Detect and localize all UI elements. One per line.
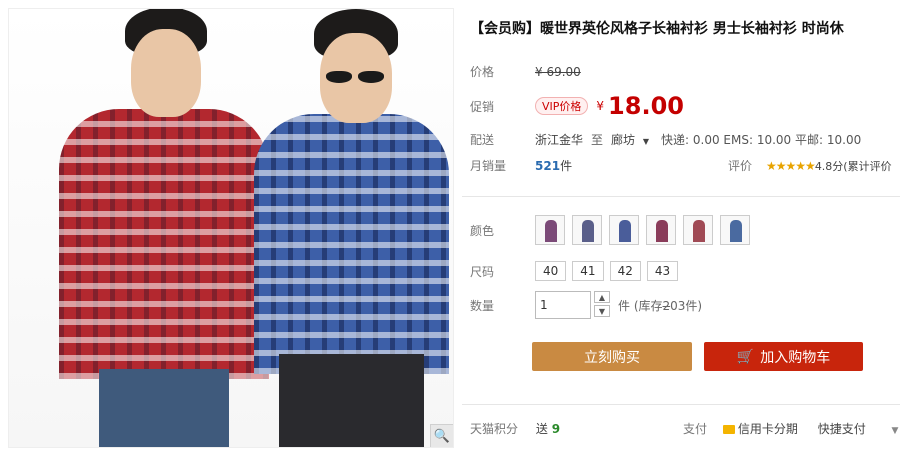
- shipping-destination: 廊坊: [611, 133, 636, 147]
- size-label: 尺码: [470, 264, 495, 279]
- stock-text: 件 (库存2̶03件): [618, 298, 703, 313]
- swatch-thumbnail: [656, 220, 668, 242]
- promo-price: 18.00: [608, 92, 684, 120]
- shipping-label: 配送: [470, 133, 495, 147]
- color-label: 颜色: [470, 223, 495, 238]
- swatch-thumbnail: [619, 220, 631, 242]
- rating-stars: ★★★★★: [766, 158, 816, 173]
- decrement-button[interactable]: ▼: [594, 305, 610, 317]
- color-swatch[interactable]: [646, 215, 676, 245]
- size-option[interactable]: 42: [609, 261, 641, 281]
- sales-label: 月销量: [470, 159, 507, 173]
- add-to-cart-button[interactable]: 🛒 加入购物车: [704, 342, 863, 371]
- sales-row: 月销量 521 件: [470, 157, 572, 174]
- swatch-thumbnail: [582, 220, 594, 242]
- payment-block: 支付 信用卡分期 快捷支付 ▼: [683, 420, 898, 437]
- swatch-thumbnail: [730, 220, 742, 242]
- caret-down-icon[interactable]: ▼: [892, 426, 899, 436]
- quantity-row: 数量 1 ▲ ▼ 件 (库存2̶03件): [470, 291, 702, 319]
- swatch-thumbnail: [693, 220, 705, 242]
- price-row: 价格 ¥ 69.00: [470, 63, 581, 80]
- color-swatch[interactable]: [720, 215, 750, 245]
- rating-text: 4.8分(累计评价: [814, 159, 892, 173]
- vip-badge: VIP价格: [535, 97, 589, 115]
- credit-installment-link[interactable]: 信用卡分期: [722, 422, 802, 436]
- pay-label: 支付: [683, 422, 708, 436]
- sales-count: 521: [535, 158, 561, 173]
- rating-block[interactable]: 评价 ★★★★★ 4.8分(累计评价: [728, 157, 892, 174]
- size-row: 尺码 40 41 42 43: [470, 261, 684, 281]
- shipping-to-word: 至: [591, 133, 604, 147]
- magnifier-icon[interactable]: 🔍: [430, 424, 453, 447]
- color-swatch[interactable]: [609, 215, 639, 245]
- size-option[interactable]: 41: [572, 261, 604, 281]
- color-swatch[interactable]: [535, 215, 565, 245]
- original-price: ¥ 69.00: [535, 64, 581, 79]
- quantity-input[interactable]: 1: [535, 291, 591, 319]
- model-right: [254, 9, 449, 447]
- buy-now-button[interactable]: 立刻购买: [532, 342, 692, 371]
- color-swatch[interactable]: [683, 215, 713, 245]
- size-option[interactable]: 43: [646, 261, 679, 281]
- shipping-fees: 快递: 0.00 EMS: 10.00 平邮: 10.00: [661, 133, 862, 147]
- size-option[interactable]: 40: [535, 261, 567, 281]
- shipping-destination-select[interactable]: 廊坊 ▼: [611, 131, 649, 148]
- currency-symbol: ¥: [596, 99, 605, 113]
- increment-button[interactable]: ▲: [594, 291, 610, 303]
- rating-label: 评价: [728, 159, 753, 173]
- credit-card-icon: [722, 425, 735, 434]
- points-value: 9: [551, 422, 561, 436]
- product-image[interactable]: 🔍: [8, 8, 454, 448]
- quantity-label: 数量: [470, 298, 495, 313]
- cart-icon: 🛒: [736, 348, 755, 365]
- color-row: 颜色: [470, 215, 757, 245]
- divider-top: [462, 196, 900, 197]
- express-pay-link[interactable]: 快捷支付: [818, 422, 866, 436]
- points-prefix: 送: [535, 422, 548, 436]
- points-label: 天猫积分: [470, 422, 519, 436]
- divider-bottom: [462, 404, 900, 405]
- size-options: 40 41 42 43: [535, 261, 684, 281]
- caret-down-icon: ▼: [642, 137, 650, 146]
- add-to-cart-label: 加入购物车: [760, 349, 831, 366]
- shipping-row: 配送 浙江金华 至 廊坊 ▼ 快递: 0.00 EMS: 10.00 平邮: 1…: [470, 131, 861, 148]
- buy-now-label: 立刻购买: [584, 349, 640, 366]
- price-label: 价格: [470, 65, 495, 79]
- swatch-thumbnail: [545, 220, 557, 242]
- sales-unit: 件: [560, 159, 573, 173]
- points-block: 天猫积分 送 9: [470, 420, 560, 437]
- product-title: 【会员购】暖世界英伦风格子长袖衬衫 男士长袖衬衫 时尚休: [470, 21, 844, 37]
- promo-row: 促销 VIP价格 ¥ 18.00: [470, 92, 684, 120]
- quantity-stepper: ▲ ▼: [594, 291, 610, 319]
- credit-installment-label: 信用卡分期: [737, 422, 798, 436]
- color-swatch[interactable]: [572, 215, 602, 245]
- color-swatches: [535, 215, 757, 245]
- model-left: [59, 9, 269, 447]
- promo-label: 促销: [470, 99, 495, 114]
- shipping-from: 浙江金华: [535, 133, 584, 147]
